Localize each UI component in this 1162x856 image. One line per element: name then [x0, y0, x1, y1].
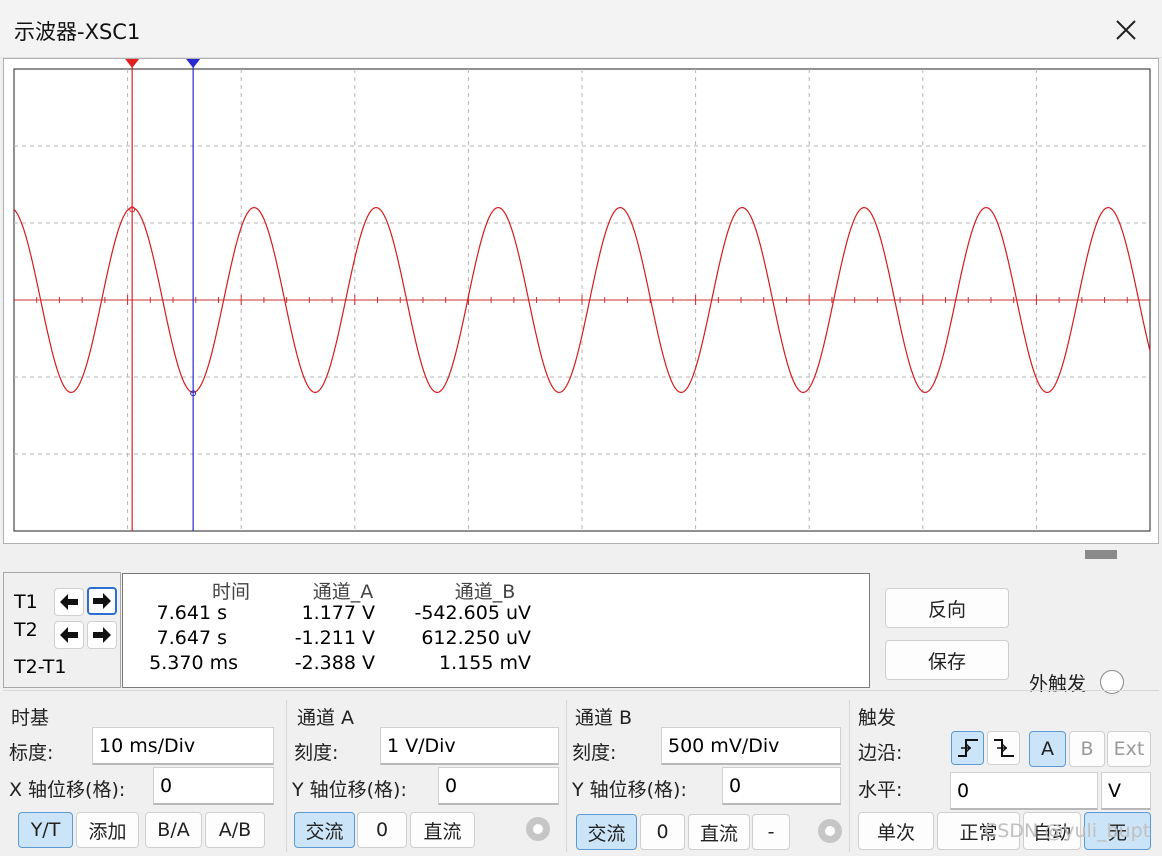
channel-b-minus-button[interactable]: -: [752, 814, 790, 850]
t2-label: T2: [14, 619, 38, 641]
trigger-source-b[interactable]: B: [1069, 731, 1105, 767]
channel-b-zero-button[interactable]: 0: [640, 814, 685, 850]
rising-edge-button[interactable]: [951, 731, 984, 765]
cursor-readout: 时间 通道_A 通道_B 7.641 s 1.177 V -542.605 uV…: [122, 573, 870, 688]
scope-screen[interactable]: [4, 59, 1158, 543]
t2-right-button[interactable]: [87, 621, 117, 649]
channel-b-scale-label: 刻度:: [572, 742, 617, 764]
close-button[interactable]: [1100, 10, 1152, 50]
channel-a-ypos-label: Y 轴位移(格):: [292, 779, 407, 801]
x-position-field[interactable]: 0: [153, 767, 274, 805]
divider: [849, 700, 850, 852]
arrow-right-icon: [93, 593, 111, 609]
channel-b-title: 通道 B: [575, 707, 633, 729]
trigger-source-a[interactable]: A: [1029, 731, 1066, 767]
channel-a-title: 通道 A: [297, 707, 355, 729]
t1-right-button[interactable]: [87, 587, 117, 615]
t2-channel-b: 612.250 uV: [421, 627, 531, 649]
x-position-label: X 轴位移(格):: [9, 779, 126, 801]
trigger-level-unit[interactable]: V: [1101, 772, 1151, 810]
channel-a-dc-button[interactable]: 直流: [410, 812, 475, 848]
cursor-controls: T1 T2 T2-T1: [3, 572, 121, 688]
channel-b-scale-field[interactable]: 500 mV/Div: [661, 727, 841, 765]
channel-b-color-dot[interactable]: [818, 819, 842, 843]
header-time: 时间: [211, 581, 250, 603]
divider: [286, 700, 287, 852]
close-icon: [1116, 20, 1136, 40]
channel-a-scale-label: 刻度:: [294, 742, 339, 764]
ext-trigger-label: 外触发: [1029, 673, 1087, 695]
trigger-source-ext[interactable]: Ext: [1107, 731, 1151, 767]
timebase-scale-label: 标度:: [9, 742, 54, 764]
panel-splitter-handle[interactable]: [1085, 550, 1117, 559]
t1-left-button[interactable]: [54, 588, 84, 616]
mode-ba-button[interactable]: B/A: [145, 812, 202, 848]
trigger-edge-label: 边沿:: [858, 742, 903, 764]
channel-a-ac-button[interactable]: 交流: [294, 812, 355, 848]
t1-label: T1: [14, 591, 38, 613]
cursor-handle-icon: [186, 59, 201, 68]
trigger-level-label: 水平:: [858, 779, 903, 801]
window-title: 示波器-XSC1: [14, 20, 141, 44]
timebase-title: 时基: [11, 707, 50, 729]
channel-b-ypos-label: Y 轴位移(格):: [572, 779, 687, 801]
t1-channel-b: -542.605 uV: [414, 602, 531, 624]
t2-left-button[interactable]: [54, 621, 84, 649]
header-channel-a: 通道_A: [312, 581, 374, 603]
arrow-left-icon: [60, 627, 78, 643]
watermark: CSDN @yuli_bupt: [984, 820, 1151, 842]
diff-channel-b: 1.155 mV: [439, 652, 531, 674]
trigger-level-field[interactable]: 0: [950, 772, 1098, 810]
channel-b-dc-button[interactable]: 直流: [688, 814, 750, 850]
title-bar: 示波器-XSC1: [0, 0, 1162, 58]
falling-edge-icon: [993, 739, 1014, 757]
arrow-right-icon: [93, 627, 111, 643]
channel-a-color-dot[interactable]: [526, 817, 550, 841]
save-button[interactable]: 保存: [885, 640, 1009, 680]
scope-display[interactable]: [3, 58, 1159, 544]
channel-a-scale-field[interactable]: 1 V/Div: [380, 727, 559, 765]
t2-t1-label: T2-T1: [14, 656, 67, 678]
timebase-scale-field[interactable]: 10 ms/Div: [92, 727, 274, 765]
header-channel-b: 通道_B: [454, 581, 516, 603]
mode-ab-button[interactable]: A/B: [205, 812, 265, 848]
rising-edge-icon: [957, 739, 978, 757]
mode-add-button[interactable]: 添加: [76, 812, 139, 848]
reverse-button[interactable]: 反向: [885, 588, 1009, 628]
cursor-handle-icon: [125, 59, 140, 68]
channel-a-zero-button[interactable]: 0: [357, 812, 407, 848]
divider: [566, 700, 567, 852]
channel-a-ypos-field[interactable]: 0: [438, 767, 559, 805]
arrow-left-icon: [60, 594, 78, 610]
falling-edge-button[interactable]: [987, 731, 1020, 765]
trigger-title: 触发: [858, 707, 897, 729]
channel-b-ypos-field[interactable]: 0: [722, 767, 841, 805]
trigger-single-button[interactable]: 单次: [858, 812, 934, 850]
channel-b-ac-button[interactable]: 交流: [576, 814, 637, 850]
divider: [3, 690, 1159, 691]
mode-yt-button[interactable]: Y/T: [18, 812, 73, 848]
